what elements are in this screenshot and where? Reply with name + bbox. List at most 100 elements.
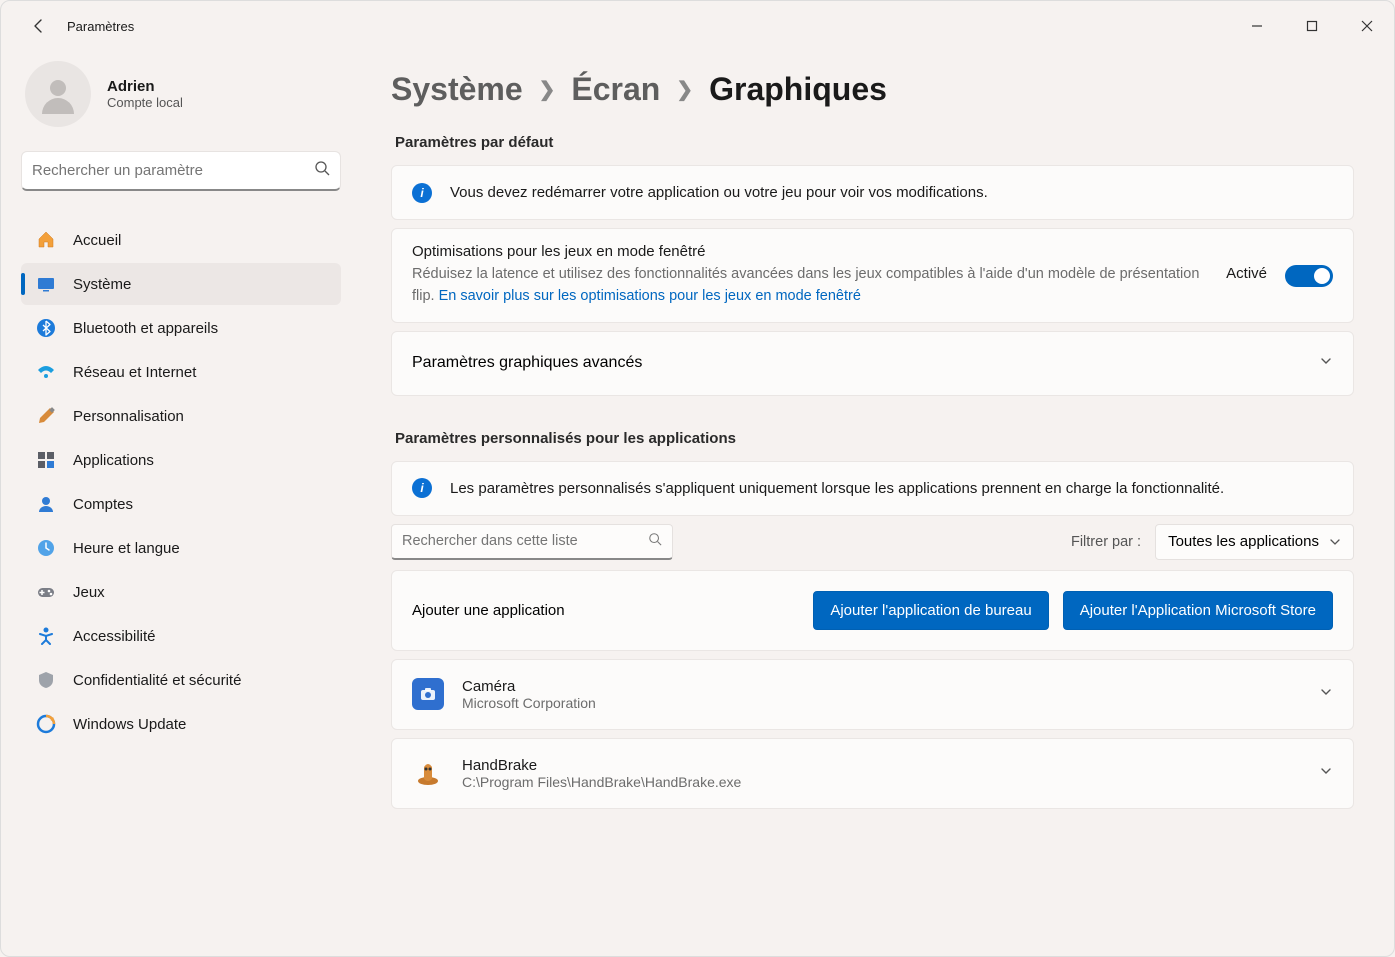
close-icon bbox=[1361, 20, 1373, 32]
nav-label: Réseau et Internet bbox=[73, 364, 196, 381]
sidebar: Adrien Compte local Accueil Système Blue… bbox=[1, 51, 361, 956]
arrow-left-icon bbox=[31, 18, 47, 34]
nav-system[interactable]: Système bbox=[21, 263, 341, 305]
app-name: HandBrake bbox=[462, 757, 1301, 774]
search-input[interactable] bbox=[32, 162, 314, 179]
nav-label: Bluetooth et appareils bbox=[73, 320, 218, 337]
windowed-optimizations-card: Optimisations pour les jeux en mode fenê… bbox=[391, 228, 1354, 323]
advanced-graphics-label: Paramètres graphiques avancés bbox=[412, 354, 642, 372]
nav-bluetooth[interactable]: Bluetooth et appareils bbox=[21, 307, 341, 349]
windowed-opt-toggle[interactable] bbox=[1285, 265, 1333, 287]
nav-label: Comptes bbox=[73, 496, 133, 513]
search-box[interactable] bbox=[21, 151, 341, 191]
app-row-handbrake[interactable]: HandBrake C:\Program Files\HandBrake\Han… bbox=[391, 738, 1354, 809]
update-icon bbox=[35, 713, 57, 735]
info-restart-text: Vous devez redémarrer votre application … bbox=[450, 182, 988, 203]
nav-time[interactable]: Heure et langue bbox=[21, 527, 341, 569]
wifi-icon bbox=[35, 361, 57, 383]
back-button[interactable] bbox=[19, 6, 59, 46]
add-app-label: Ajouter une application bbox=[412, 602, 799, 619]
content-area: Système ❯ Écran ❯ Graphiques Paramètres … bbox=[361, 51, 1394, 956]
home-icon bbox=[35, 229, 57, 251]
breadcrumb-system[interactable]: Système bbox=[391, 71, 523, 108]
minimize-icon bbox=[1251, 20, 1263, 32]
window-controls bbox=[1229, 6, 1394, 46]
app-publisher: Microsoft Corporation bbox=[462, 695, 1301, 711]
bluetooth-icon bbox=[35, 317, 57, 339]
nav-accessibility[interactable]: Accessibilité bbox=[21, 615, 341, 657]
titlebar: Paramètres bbox=[1, 1, 1394, 51]
nav-home[interactable]: Accueil bbox=[21, 219, 341, 261]
clock-icon bbox=[35, 537, 57, 559]
windowed-opt-title: Optimisations pour les jeux en mode fenê… bbox=[412, 243, 1208, 260]
add-desktop-app-button[interactable]: Ajouter l'application de bureau bbox=[813, 591, 1048, 630]
section-defaults-label: Paramètres par défaut bbox=[395, 134, 1354, 151]
avatar bbox=[25, 61, 91, 127]
chevron-right-icon: ❯ bbox=[676, 77, 693, 102]
nav-label: Heure et langue bbox=[73, 540, 180, 557]
advanced-graphics-card[interactable]: Paramètres graphiques avancés bbox=[391, 331, 1354, 396]
app-name: Caméra bbox=[462, 678, 1301, 695]
filter-row: Filtrer par : Toutes les applications bbox=[391, 524, 1354, 560]
chevron-down-icon bbox=[1319, 685, 1333, 704]
chevron-down-icon bbox=[1329, 536, 1341, 548]
nav-label: Personnalisation bbox=[73, 408, 184, 425]
app-row-camera[interactable]: Caméra Microsoft Corporation bbox=[391, 659, 1354, 730]
nav-label: Accessibilité bbox=[73, 628, 156, 645]
nav-update[interactable]: Windows Update bbox=[21, 703, 341, 745]
maximize-icon bbox=[1306, 20, 1318, 32]
app-path: C:\Program Files\HandBrake\HandBrake.exe bbox=[462, 774, 1301, 790]
filter-value: Toutes les applications bbox=[1168, 533, 1319, 550]
nav-list: Accueil Système Bluetooth et appareils R… bbox=[21, 219, 341, 745]
system-icon bbox=[35, 273, 57, 295]
filter-label: Filtrer par : bbox=[1071, 534, 1141, 550]
profile-block[interactable]: Adrien Compte local bbox=[21, 61, 341, 127]
filter-dropdown[interactable]: Toutes les applications bbox=[1155, 524, 1354, 560]
nav-label: Confidentialité et sécurité bbox=[73, 672, 241, 689]
info-restart-card: i Vous devez redémarrer votre applicatio… bbox=[391, 165, 1354, 220]
section-custom-label: Paramètres personnalisés pour les applic… bbox=[395, 430, 1354, 447]
profile-subtitle: Compte local bbox=[107, 95, 183, 110]
info-custom-text: Les paramètres personnalisés s'appliquen… bbox=[450, 478, 1224, 499]
learn-more-link[interactable]: En savoir plus sur les optimisations pou… bbox=[439, 288, 861, 304]
camera-icon bbox=[412, 678, 444, 710]
breadcrumb-display[interactable]: Écran bbox=[571, 71, 660, 108]
breadcrumb: Système ❯ Écran ❯ Graphiques bbox=[391, 71, 1354, 108]
search-icon bbox=[314, 160, 330, 181]
handbrake-icon bbox=[412, 757, 444, 789]
chevron-down-icon bbox=[1319, 354, 1333, 373]
chevron-down-icon bbox=[1319, 764, 1333, 783]
chevron-right-icon: ❯ bbox=[539, 77, 556, 102]
nav-label: Applications bbox=[73, 452, 154, 469]
nav-label: Windows Update bbox=[73, 716, 186, 733]
nav-gaming[interactable]: Jeux bbox=[21, 571, 341, 613]
info-icon: i bbox=[412, 183, 432, 203]
windowed-opt-desc: Réduisez la latence et utilisez des fonc… bbox=[412, 264, 1208, 308]
maximize-button[interactable] bbox=[1284, 6, 1339, 46]
breadcrumb-current: Graphiques bbox=[709, 71, 887, 108]
list-search-box[interactable] bbox=[391, 524, 673, 560]
search-icon bbox=[648, 532, 662, 551]
nav-apps[interactable]: Applications bbox=[21, 439, 341, 481]
nav-accounts[interactable]: Comptes bbox=[21, 483, 341, 525]
paintbrush-icon bbox=[35, 405, 57, 427]
minimize-button[interactable] bbox=[1229, 6, 1284, 46]
info-custom-card: i Les paramètres personnalisés s'appliqu… bbox=[391, 461, 1354, 516]
list-search-input[interactable] bbox=[402, 533, 648, 549]
toggle-state-label: Activé bbox=[1226, 243, 1267, 282]
nav-personalization[interactable]: Personnalisation bbox=[21, 395, 341, 437]
nav-label: Système bbox=[73, 276, 131, 293]
close-button[interactable] bbox=[1339, 6, 1394, 46]
nav-network[interactable]: Réseau et Internet bbox=[21, 351, 341, 393]
profile-name: Adrien bbox=[107, 78, 183, 95]
info-icon: i bbox=[412, 478, 432, 498]
accounts-icon bbox=[35, 493, 57, 515]
person-icon bbox=[38, 74, 78, 114]
shield-icon bbox=[35, 669, 57, 691]
accessibility-icon bbox=[35, 625, 57, 647]
nav-label: Accueil bbox=[73, 232, 121, 249]
apps-icon bbox=[35, 449, 57, 471]
add-app-card: Ajouter une application Ajouter l'applic… bbox=[391, 570, 1354, 651]
nav-privacy[interactable]: Confidentialité et sécurité bbox=[21, 659, 341, 701]
add-store-app-button[interactable]: Ajouter l'Application Microsoft Store bbox=[1063, 591, 1333, 630]
